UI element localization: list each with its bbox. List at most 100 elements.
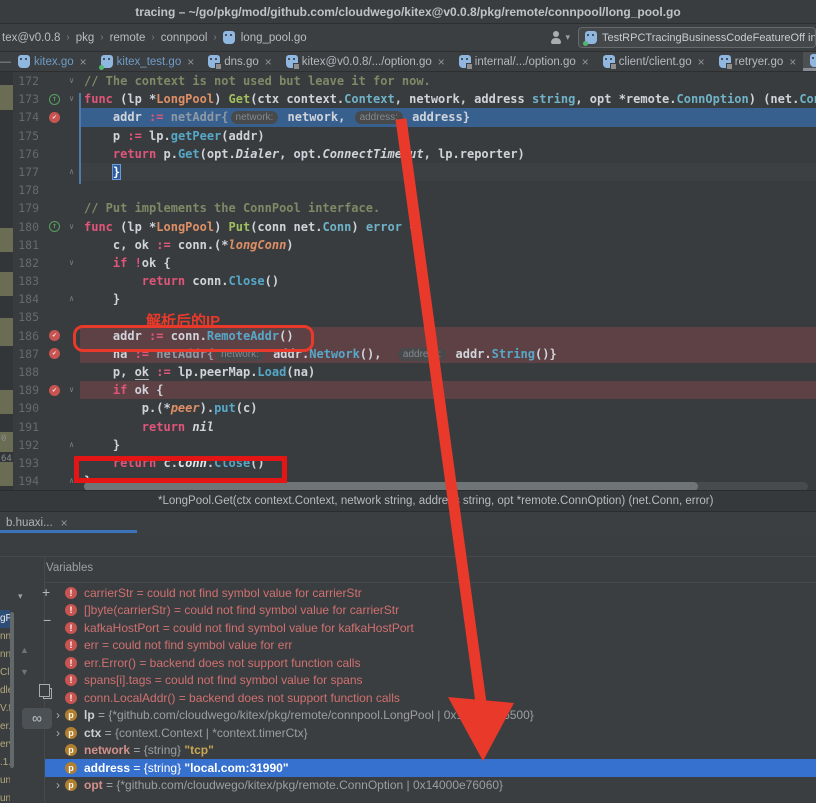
frame-item[interactable]: erv (0, 736, 10, 754)
tab-retryer.go[interactable]: retryer.go× (712, 52, 804, 71)
variable-row-opt[interactable]: ›popt = {*github.com/cloudwego/kitex/pkg… (45, 777, 816, 795)
move-watch-up-button[interactable]: ▲ (20, 643, 29, 657)
code-line-186[interactable]: 186✔ addr := conn.RemoteAddr() (0, 327, 816, 345)
frame-item[interactable]: nnV (0, 628, 10, 646)
close-icon[interactable]: × (698, 57, 705, 67)
horizontal-scrollbar[interactable] (84, 482, 808, 491)
fold-icon[interactable]: ∨ (63, 90, 80, 108)
frame-item[interactable]: unc (0, 772, 10, 790)
close-icon[interactable]: × (789, 57, 796, 67)
close-icon[interactable]: × (438, 57, 445, 67)
breakpoint-icon[interactable]: ✔ (49, 348, 60, 359)
breadcrumb-item[interactable]: pkg (76, 32, 95, 44)
frame-item[interactable]: V.fu (0, 700, 10, 718)
code-line-188[interactable]: 188 p, ok := lp.peerMap.Load(na) (0, 363, 816, 381)
fold-icon[interactable]: ∨ (63, 381, 80, 399)
code-line-181[interactable]: 181 c, ok := conn.(*longConn) (0, 236, 816, 254)
breadcrumb-item[interactable]: tex@v0.0.8 (2, 32, 60, 44)
fold-icon[interactable]: ∧ (63, 163, 80, 181)
code-line-173[interactable]: 173↑∨func (lp *LongPool) Get(ctx context… (0, 90, 816, 108)
breakpoint-icon[interactable]: ✔ (49, 385, 60, 396)
expand-chevron-icon[interactable]: › (51, 727, 65, 739)
code-line-178[interactable]: 178 (0, 181, 816, 199)
code-line-190[interactable]: 190 p.(*peer).put(c) (0, 399, 816, 417)
close-icon[interactable]: × (187, 57, 194, 67)
code-line-175[interactable]: 175 p := lp.getPeer(addr) (0, 127, 816, 145)
fold-icon[interactable]: ∨ (63, 72, 80, 90)
thread-dropdown-icon[interactable]: ▾ (18, 589, 23, 603)
breakpoint-icon[interactable]: ✔ (49, 112, 60, 123)
frame-item[interactable]: Clie (0, 664, 10, 682)
variable-row--byte-carrierStr-[interactable]: ![]byte(carrierStr) = could not find sym… (45, 602, 816, 620)
frame-item[interactable]: nnV (0, 646, 10, 664)
fold-icon[interactable]: ∧ (63, 472, 80, 490)
code-line-189[interactable]: 189✔∨ if ok { (0, 381, 816, 399)
code-line-172[interactable]: 172∨// The context is not used but leave… (0, 72, 816, 90)
frame-item[interactable]: dlel (0, 682, 10, 700)
code-line-179[interactable]: 179// Put implements the ConnPool interf… (0, 199, 816, 217)
expand-chevron-icon[interactable]: › (51, 779, 65, 791)
run-configuration-select[interactable]: TestRPCTracingBusinessCodeFeatureOff in … (578, 27, 816, 48)
code-line-192[interactable]: 192∧ } (0, 436, 816, 454)
code-token: nil (192, 420, 214, 434)
frame-item[interactable]: unc (0, 790, 10, 803)
variable-row-ctx[interactable]: ›pctx = {context.Context | *context.time… (45, 724, 816, 742)
close-icon[interactable]: × (80, 57, 87, 67)
tab-internal-...-option.go[interactable]: internal/.../option.go× (452, 52, 596, 71)
hide-tabs-icon[interactable]: — (0, 52, 11, 71)
frame-item[interactable]: er.f (0, 718, 10, 736)
fold-icon[interactable]: ∨ (63, 254, 80, 272)
breadcrumb-file[interactable]: long_pool.go (241, 32, 307, 44)
fold-icon[interactable]: ∧ (63, 436, 80, 454)
frame-item[interactable]: gP (0, 610, 10, 628)
go-file-icon (459, 55, 471, 68)
code-line-177[interactable]: 177∧ } (0, 163, 816, 181)
variable-row-err-Error-[interactable]: !err.Error() = backend does not support … (45, 654, 816, 672)
code-token: // The context is not used but leave it … (84, 74, 431, 88)
tab-client-client.go[interactable]: client/client.go× (596, 52, 712, 71)
tab-kitex-v0.0.8-...-option.go[interactable]: kitex@v0.0.8/.../option.go× (279, 52, 452, 71)
fold-icon[interactable]: ∨ (63, 218, 80, 236)
tab-dns.go[interactable]: dns.go× (201, 52, 279, 71)
horizontal-scrollbar-thumb[interactable] (84, 482, 698, 491)
code-line-184[interactable]: 184∧ } (0, 290, 816, 308)
breakpoint-icon[interactable]: ✔ (49, 330, 60, 341)
close-icon[interactable]: × (61, 518, 68, 528)
variable-row-kafkaHostPort[interactable]: !kafkaHostPort = could not find symbol v… (45, 619, 816, 637)
editor-left-marker-strip: 064 (0, 72, 13, 490)
code-line-183[interactable]: 183 return conn.Close() (0, 272, 816, 290)
code-line-176[interactable]: 176 return p.Get(opt.Dialer, opt.Connect… (0, 145, 816, 163)
variable-row-network[interactable]: pnetwork = {string} "tcp" (45, 742, 816, 760)
breadcrumb-item[interactable]: connpool (161, 32, 208, 44)
code-line-187[interactable]: 187✔ na := netAddr{network: addr.Network… (0, 345, 816, 363)
tab-kitex.go[interactable]: kitex.go× (11, 52, 94, 71)
tab-kitex_test.go[interactable]: kitex_test.go× (94, 52, 202, 71)
variable-row-spans-i-tags[interactable]: !spans[i].tags = could not find symbol v… (45, 672, 816, 690)
code-line-191[interactable]: 191 return nil (0, 418, 816, 436)
code-line-185[interactable]: 185 (0, 308, 816, 326)
move-watch-down-button[interactable]: ▼ (20, 665, 29, 679)
variable-row-carrierStr[interactable]: !carrierStr = could not find symbol valu… (45, 584, 816, 602)
overrides-method-icon[interactable]: ↑ (49, 221, 60, 232)
overrides-method-icon[interactable]: ↑ (49, 94, 60, 105)
code-line-193[interactable]: 193 return c.Conn.Close() (0, 454, 816, 472)
variable-row-address[interactable]: paddress = {string} "local.com:31990" (45, 759, 816, 777)
variables-pane-title[interactable]: Variables (46, 562, 93, 574)
code-line-180[interactable]: 180↑∨func (lp *LongPool) Put(conn net.Co… (0, 218, 816, 236)
frame-item[interactable]: .1.1 (0, 754, 10, 772)
variable-row-err[interactable]: !err = could not find symbol value for e… (45, 637, 816, 655)
user-menu-button[interactable]: ▾ (549, 31, 570, 45)
code-editor[interactable]: 064 172∨// The context is not used but l… (0, 72, 816, 491)
close-icon[interactable]: × (265, 57, 272, 67)
variable-row-conn-LocalAddr-[interactable]: !conn.LocalAddr() = backend does not sup… (45, 689, 816, 707)
code-line-182[interactable]: 182∨ if !ok { (0, 254, 816, 272)
breadcrumb-item[interactable]: remote (110, 32, 146, 44)
tab-long_pool.go[interactable]: long_pool.go (803, 52, 816, 71)
expand-chevron-icon[interactable]: › (51, 709, 65, 721)
close-icon[interactable]: × (582, 57, 589, 67)
variable-row-lp[interactable]: ›plp = {*github.com/cloudwego/kitex/pkg/… (45, 707, 816, 725)
code-line-174[interactable]: 174✔ addr := netAddr{network: network, a… (0, 108, 816, 126)
fold-icon[interactable]: ∧ (63, 290, 80, 308)
frames-rail-scrollbar[interactable] (10, 612, 14, 768)
code-token: c. (156, 456, 178, 470)
